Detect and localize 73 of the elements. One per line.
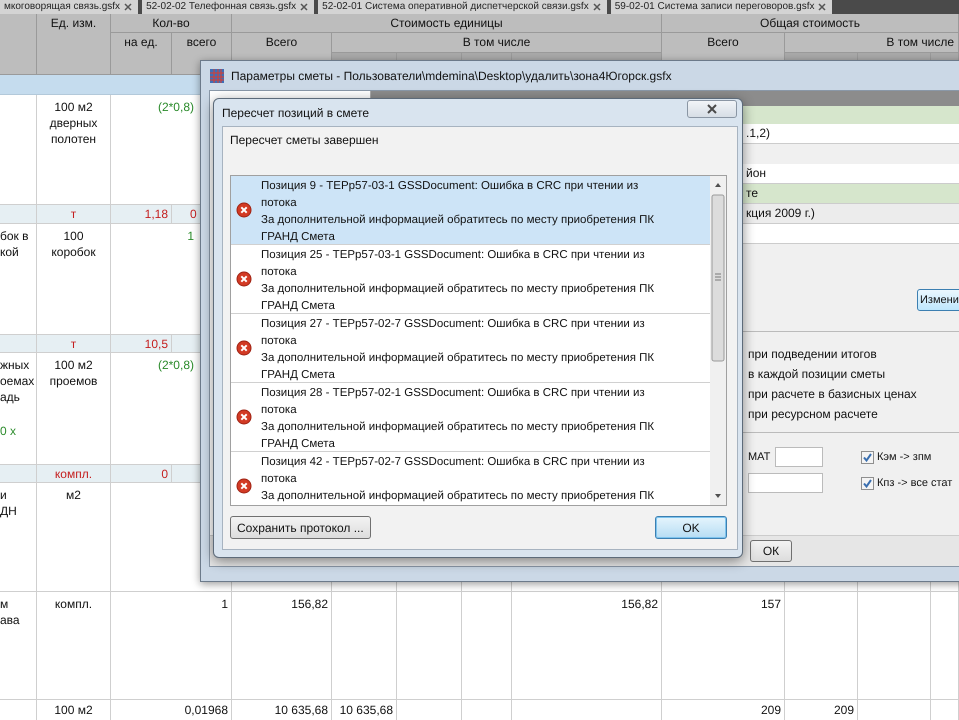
error-icon xyxy=(236,340,252,356)
ok-button[interactable]: ОК xyxy=(750,540,792,562)
column-header: В том числе xyxy=(785,33,959,53)
error-icon xyxy=(236,409,252,425)
error-icon xyxy=(236,478,252,494)
option-label: в каждой позиции сметы xyxy=(748,366,886,383)
scrollbar[interactable] xyxy=(710,176,726,505)
unit-cell: компл. xyxy=(37,592,111,700)
table-cell: 10 635,68 xyxy=(332,700,397,720)
table-cell: 156,82 xyxy=(512,592,662,700)
unit-cell: т xyxy=(37,335,111,353)
close-icon[interactable] xyxy=(300,3,308,11)
error-list-item[interactable]: Позиция 28 - ТЕРр57-02-1 GSSDocument: Ошибка в CRC при чтении из потока За дополнительной информацией обратитесь по месту приобретения ПК ГРАНД Смета xyxy=(231,383,710,452)
item-name: оемах xyxy=(0,373,33,389)
column-header: Ед. изм. xyxy=(37,14,111,75)
column-header: Кол-во xyxy=(111,14,232,33)
checkbox-label: Кэм -> зпм xyxy=(877,451,932,463)
checkbox[interactable] xyxy=(861,450,874,464)
close-icon xyxy=(706,104,718,114)
change-button[interactable]: Измени xyxy=(917,289,959,311)
error-icon xyxy=(236,202,252,218)
table-cell: 209 xyxy=(785,700,858,720)
error-list-item[interactable]: Позиция 25 - ТЕРр57-03-1 GSSDocument: Ошибка в CRC при чтении из потока За дополнительной информацией обратитесь по месту приобретения ПК ГРАНД Смета xyxy=(231,245,710,314)
column-header: на ед. xyxy=(111,33,172,75)
item-name: ДН xyxy=(0,503,18,519)
column-header: В том числе xyxy=(332,33,662,53)
ok-button[interactable]: OK xyxy=(655,516,727,539)
option-label: при подведении итогов xyxy=(748,346,877,363)
unit-cell: т xyxy=(37,205,111,224)
unit-cell: компл. xyxy=(37,465,111,483)
item-name: кой xyxy=(0,244,20,260)
input-field[interactable] xyxy=(748,473,823,493)
item-name: м xyxy=(0,596,10,612)
column-header: Общая стоимость xyxy=(662,14,959,33)
table-cell: 1 xyxy=(111,592,232,700)
table-cell: 10,5 xyxy=(111,335,172,353)
document-tab[interactable]: 52-02-01 Система оперативной диспетчерской связи.gsfx xyxy=(318,0,607,14)
item-name: адь xyxy=(0,389,21,405)
status-message: Пересчет сметы завершен xyxy=(230,133,379,147)
table-cell: 10 635,68 xyxy=(232,700,332,720)
item-name: и xyxy=(0,487,8,503)
document-tab[interactable]: 59-02-01 Система записи переговоров.gsfx xyxy=(610,0,832,14)
checkbox[interactable] xyxy=(861,476,874,490)
item-name: бок в xyxy=(0,228,30,244)
error-icon xyxy=(236,271,252,287)
unit-cell: м2 xyxy=(37,483,111,592)
save-log-button[interactable]: Сохранить протокол ... xyxy=(230,516,371,539)
table-cell: 209 xyxy=(662,700,785,720)
close-button[interactable] xyxy=(687,100,737,118)
unit-cell: 100 м2 xyxy=(37,700,111,720)
formula-text: 0 х xyxy=(0,423,18,439)
option-label: при ресурсном расчете xyxy=(748,406,878,423)
close-icon[interactable] xyxy=(818,3,826,11)
table-cell: 157 xyxy=(662,592,785,700)
document-tab[interactable]: мкоговорящая связь.gsfx xyxy=(0,0,138,14)
table-cell: 1,18 xyxy=(111,205,172,224)
field-label: МАТ xyxy=(748,451,772,463)
error-list-item[interactable]: Позиция 27 - ТЕРр57-02-7 GSSDocument: Ошибка в CRC при чтении из потока За дополнительной информацией обратитесь по месту приобретения ПК ГРАНД Смета xyxy=(231,314,710,383)
checkbox-label: Кпз -> все стат xyxy=(877,477,952,489)
header-cell xyxy=(0,14,37,75)
document-tab[interactable]: 52-02-02 Телефонная связь.gsfx xyxy=(142,0,314,14)
table-cell: 156,82 xyxy=(232,592,332,700)
close-icon[interactable] xyxy=(124,3,132,11)
column-header: Стоимость единицы xyxy=(232,14,662,33)
error-list-item[interactable]: Позиция 9 - ТЕРр57-03-1 GSSDocument: Ошибка в CRC при чтении из потока За дополнительной информацией обратитесь по месту приобретения ПК ГРАНД Смета xyxy=(231,176,710,245)
grid-icon xyxy=(209,68,225,84)
table-cell: 0,01968 xyxy=(111,700,232,720)
close-icon[interactable] xyxy=(592,3,601,11)
table-cell: 0 xyxy=(111,465,172,483)
item-name: ава xyxy=(0,612,21,628)
input-field[interactable] xyxy=(775,447,823,467)
item-name: жных xyxy=(0,357,30,373)
option-label: при расчете в базисных ценах xyxy=(748,386,917,403)
